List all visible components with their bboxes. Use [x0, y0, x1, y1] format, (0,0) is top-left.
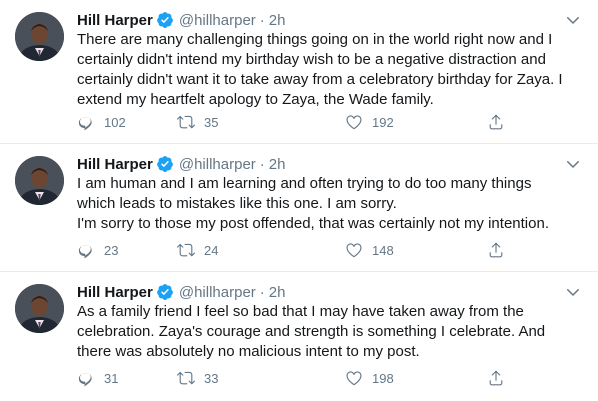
verified-badge-icon: [156, 12, 173, 28]
author-name[interactable]: Hill Harper: [77, 156, 153, 173]
reply-count: 31: [104, 370, 119, 386]
separator-dot: ·: [259, 155, 265, 173]
separator-dot: ·: [259, 11, 265, 29]
tweet-text: As a family friend I feel so bad that I …: [77, 303, 546, 360]
separator-dot: ·: [259, 283, 265, 301]
retweet-button[interactable]: 33: [177, 368, 218, 388]
chevron-down-icon[interactable]: [564, 283, 582, 301]
tweet[interactable]: Hill Harper @hillharper · 2h As a family…: [0, 272, 598, 401]
heart-icon: [346, 115, 362, 130]
tweet-feed: Hill Harper @hillharper · 2h There are m…: [0, 0, 598, 401]
author-handle[interactable]: @hillharper: [179, 284, 256, 301]
avatar[interactable]: [15, 284, 64, 333]
reply-icon: [78, 373, 92, 387]
reply-button[interactable]: 31: [77, 368, 118, 388]
reply-icon: [78, 117, 92, 131]
retweet-count: 24: [204, 242, 219, 258]
retweet-count: 33: [204, 370, 219, 386]
like-button[interactable]: 192: [345, 112, 394, 132]
author-handle[interactable]: @hillharper: [179, 156, 256, 173]
reply-icon: [78, 245, 92, 259]
share-button[interactable]: [487, 112, 514, 132]
chevron-down-icon[interactable]: [564, 11, 582, 29]
reply-button[interactable]: 23: [77, 240, 118, 260]
avatar[interactable]: [15, 156, 64, 205]
heart-icon: [346, 371, 362, 386]
like-count: 192: [372, 114, 394, 130]
tweet-header: Hill Harper @hillharper · 2h: [77, 10, 285, 30]
reply-count: 23: [104, 242, 119, 258]
avatar[interactable]: [15, 12, 64, 61]
reply-count: 102: [104, 114, 126, 130]
action-bar: 23 24 148: [77, 240, 507, 260]
like-button[interactable]: 148: [345, 240, 394, 260]
like-count: 148: [372, 242, 394, 258]
like-button[interactable]: 198: [345, 368, 394, 388]
tweet-header: Hill Harper @hillharper · 2h: [77, 282, 285, 302]
timestamp[interactable]: 2h: [269, 12, 286, 29]
tweet[interactable]: Hill Harper @hillharper · 2h I am human …: [0, 144, 598, 272]
author-name[interactable]: Hill Harper: [77, 12, 153, 29]
author-handle[interactable]: @hillharper: [179, 12, 256, 29]
heart-icon: [346, 243, 362, 258]
reply-button[interactable]: 102: [77, 112, 126, 132]
tweet-text: I am human and I am learning and often t…: [77, 175, 549, 232]
action-bar: 31 33 198: [77, 368, 507, 388]
share-button[interactable]: [487, 240, 514, 260]
share-icon: [489, 114, 503, 130]
share-button[interactable]: [487, 368, 514, 388]
share-icon: [489, 242, 503, 258]
verified-badge-icon: [156, 284, 173, 300]
retweet-icon: [177, 371, 195, 385]
timestamp[interactable]: 2h: [269, 156, 286, 173]
tweet-header: Hill Harper @hillharper · 2h: [77, 154, 285, 174]
verified-badge-icon: [156, 156, 173, 172]
retweet-icon: [177, 243, 195, 257]
timestamp[interactable]: 2h: [269, 284, 286, 301]
like-count: 198: [372, 370, 394, 386]
retweet-button[interactable]: 24: [177, 240, 218, 260]
retweet-button[interactable]: 35: [177, 112, 218, 132]
action-bar: 102 35 192: [77, 112, 507, 132]
chevron-down-icon[interactable]: [564, 155, 582, 173]
author-name[interactable]: Hill Harper: [77, 284, 153, 301]
share-icon: [489, 370, 503, 386]
retweet-icon: [177, 115, 195, 129]
retweet-count: 35: [204, 114, 219, 130]
tweet-text: There are many challenging things going …: [77, 31, 563, 108]
tweet[interactable]: Hill Harper @hillharper · 2h There are m…: [0, 0, 598, 144]
